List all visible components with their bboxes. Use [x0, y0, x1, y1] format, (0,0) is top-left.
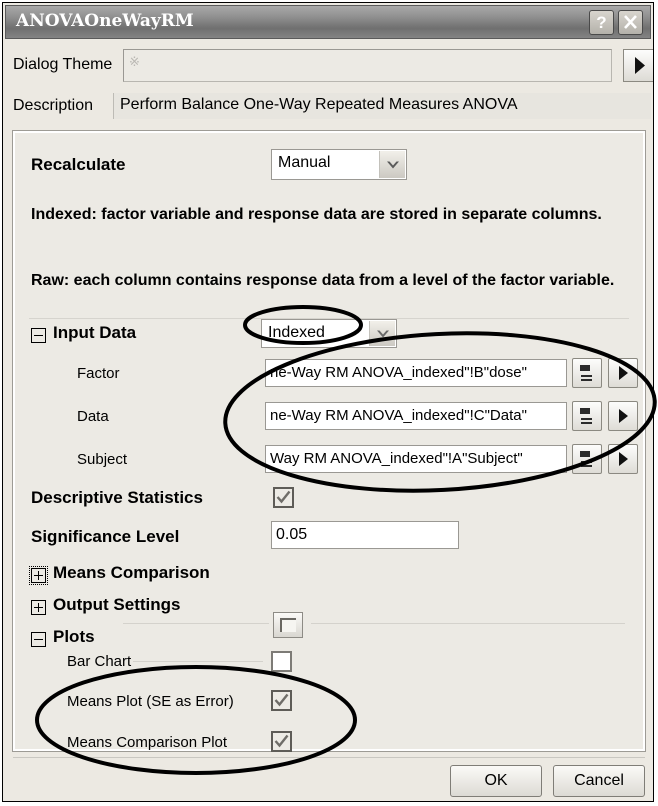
input-data-label: Input Data [53, 323, 137, 342]
means-comparison-plot-checkbox[interactable] [271, 731, 292, 752]
recalculate-dropdown-button[interactable] [379, 151, 405, 178]
plots-label: Plots [53, 627, 95, 646]
description-label: Description [13, 97, 94, 114]
range-select-icon [580, 408, 592, 424]
triangle-right-icon [619, 409, 628, 423]
recalculate-dropdown[interactable]: Manual [271, 149, 407, 180]
tristate-partial-mark [280, 618, 296, 632]
significance-level-value: 0.05 [276, 526, 308, 543]
description-value-box: Perform Balance One-Way Repeated Measure… [113, 93, 651, 119]
factor-input[interactable]: ne-Way RM ANOVA_indexed"!B"dose" [265, 359, 567, 387]
window-title: ANOVAOneWayRM [16, 11, 194, 31]
footer-separator [13, 757, 645, 758]
checkmark-icon [274, 693, 289, 707]
close-button[interactable] [618, 10, 643, 35]
factor-value: ne-Way RM ANOVA_indexed"!B"dose" [270, 364, 527, 381]
svg-text:?: ? [596, 13, 606, 32]
plots-tristate-checkbox[interactable] [273, 612, 303, 638]
subject-menu-button[interactable] [608, 444, 638, 474]
triangle-right-icon [619, 452, 628, 466]
output-settings-label: Output Settings [53, 595, 181, 614]
chevron-down-icon [386, 161, 399, 168]
subject-input[interactable]: Way RM ANOVA_indexed"!A"Subject" [265, 445, 567, 473]
triangle-right-icon [619, 366, 628, 380]
data-menu-button[interactable] [608, 401, 638, 431]
subject-range-select-button[interactable] [572, 444, 602, 474]
input-data-mode-dropdown-button[interactable] [369, 321, 395, 346]
close-icon [624, 15, 637, 29]
subject-label: Subject [77, 451, 128, 468]
question-mark-icon: ? [596, 13, 606, 32]
data-input[interactable]: ne-Way RM ANOVA_indexed"!C"Data" [265, 402, 567, 430]
recalculate-value: Manual [278, 154, 331, 171]
range-select-icon [580, 365, 592, 381]
description-value: Perform Balance One-Way Repeated Measure… [120, 96, 518, 113]
expander-horizontal-bar [34, 639, 43, 640]
range-select-icon [580, 451, 592, 467]
settings-panel: Recalculate Manual Indexed: factor varia… [12, 130, 646, 752]
means-comparison-label: Means Comparison [53, 563, 210, 582]
raw-help-text: Raw: each column contains response data … [31, 272, 615, 289]
means-comparison-plot-label: Means Comparison Plot [67, 734, 228, 751]
output-settings-expander[interactable] [31, 600, 46, 615]
checkmark-icon [276, 490, 291, 504]
input-data-mode-value: Indexed [268, 324, 325, 341]
significance-level-input[interactable]: 0.05 [271, 521, 459, 549]
recalculate-label: Recalculate [31, 155, 126, 174]
bar-chart-separator [133, 661, 263, 662]
title-bar: ANOVAOneWayRM ? [5, 5, 651, 39]
chevron-down-icon [376, 330, 389, 337]
dialog-theme-label: Dialog Theme [13, 56, 113, 73]
expander-vertical-bar [38, 603, 39, 612]
factor-menu-button[interactable] [608, 358, 638, 388]
ok-button[interactable]: OK [450, 765, 542, 797]
checkmark-icon [274, 734, 289, 748]
dialog-theme-input[interactable]: ※ [123, 49, 612, 82]
means-plot-checkbox[interactable] [271, 690, 292, 711]
data-label: Data [77, 408, 109, 425]
input-data-mode-dropdown[interactable]: Indexed [261, 319, 397, 348]
dialog-theme-value: ※ [129, 54, 140, 69]
dialog-theme-menu-button[interactable] [623, 49, 653, 82]
anova-dialog: ANOVAOneWayRM ? Dialog Theme ※ Descripti… [2, 2, 654, 802]
cancel-button[interactable]: Cancel [553, 765, 645, 797]
help-button[interactable]: ? [589, 10, 614, 35]
indexed-help-text: Indexed: factor variable and response da… [31, 206, 602, 223]
factor-range-select-button[interactable] [572, 358, 602, 388]
descriptive-statistics-checkbox[interactable] [273, 487, 294, 508]
triangle-right-icon [635, 57, 645, 74]
plots-separator-right [311, 623, 625, 624]
plots-separator-left [123, 623, 269, 624]
description-row: Description Perform Balance One-Way Repe… [11, 93, 651, 123]
plots-expander[interactable] [31, 632, 46, 647]
descriptive-statistics-label: Descriptive Statistics [31, 488, 203, 507]
means-comparison-expander[interactable] [29, 566, 48, 585]
expander-horizontal-bar [34, 335, 43, 336]
bar-chart-label: Bar Chart [67, 653, 132, 670]
subject-value: Way RM ANOVA_indexed"!A"Subject" [270, 450, 523, 467]
data-value: ne-Way RM ANOVA_indexed"!C"Data" [270, 407, 527, 424]
input-data-expander[interactable] [31, 328, 46, 343]
expander-vertical-bar [38, 571, 39, 580]
significance-level-label: Significance Level [31, 527, 180, 546]
data-range-select-button[interactable] [572, 401, 602, 431]
factor-label: Factor [77, 365, 120, 382]
bar-chart-checkbox[interactable] [271, 651, 292, 672]
means-plot-label: Means Plot (SE as Error) [67, 693, 234, 710]
dialog-theme-row: Dialog Theme ※ [11, 47, 653, 87]
